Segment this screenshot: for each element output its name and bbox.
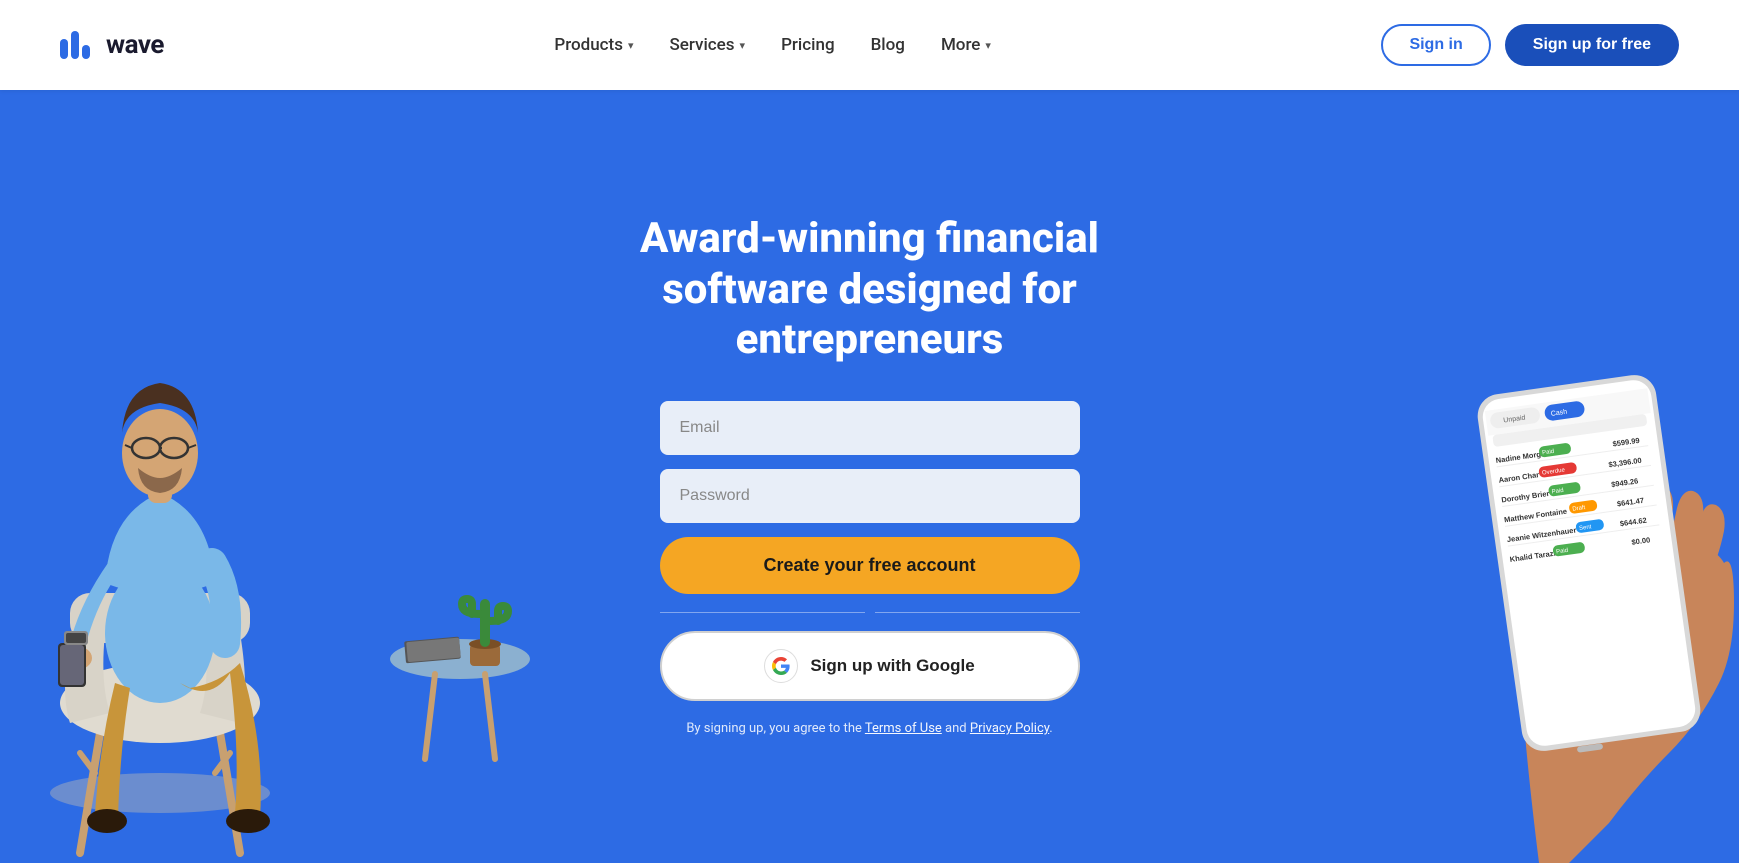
nav-more[interactable]: More ▾ (941, 35, 991, 55)
create-account-button[interactable]: Create your free account (660, 537, 1080, 594)
google-icon (764, 649, 798, 683)
hero-title: Award-winning financial software designe… (620, 214, 1120, 365)
navbar-logo-section: wave (60, 30, 164, 60)
divider (660, 612, 1080, 613)
hero-phone-image: Unpaid Cash Nadine Morgan Paid $599.99 A… (1359, 183, 1739, 863)
nav-products[interactable]: Products ▾ (554, 35, 633, 55)
nav-blog[interactable]: Blog (871, 35, 905, 55)
navbar-nav: Products ▾ Services ▾ Pricing Blog More … (554, 35, 991, 55)
hero-section: Award-winning financial software designe… (0, 90, 1739, 863)
google-signup-button[interactable]: Sign up with Google (660, 631, 1080, 701)
divider-line-right (875, 612, 1080, 613)
navbar-actions: Sign in Sign up for free (1381, 24, 1679, 66)
signup-button[interactable]: Sign up for free (1505, 24, 1679, 66)
hero-person-image (0, 183, 380, 863)
table-decoration (380, 579, 540, 783)
navbar: wave Products ▾ Services ▾ Pricing Blog … (0, 0, 1739, 90)
logo-bar-1 (60, 39, 68, 59)
signup-form: Create your free account Sign up with Go… (660, 401, 1080, 739)
chevron-down-icon: ▾ (985, 39, 991, 52)
signin-button[interactable]: Sign in (1381, 24, 1490, 66)
logo-text[interactable]: wave (106, 30, 164, 60)
email-input[interactable] (660, 401, 1080, 455)
terms-link[interactable]: Terms of Use (865, 721, 942, 736)
logo-bar-3 (82, 45, 90, 59)
chevron-down-icon: ▾ (740, 39, 746, 52)
password-input[interactable] (660, 469, 1080, 523)
privacy-link[interactable]: Privacy Policy (970, 721, 1049, 736)
hero-form-section: Award-winning financial software designe… (620, 214, 1120, 739)
nav-services[interactable]: Services ▾ (669, 35, 745, 55)
chevron-down-icon: ▾ (628, 39, 634, 52)
logo-bar-2 (71, 31, 79, 59)
google-signup-label: Sign up with Google (810, 656, 974, 676)
divider-line-left (660, 612, 865, 613)
terms-text: By signing up, you agree to the Terms of… (660, 719, 1080, 739)
wave-logo-icon (60, 31, 90, 59)
nav-pricing[interactable]: Pricing (781, 35, 835, 55)
